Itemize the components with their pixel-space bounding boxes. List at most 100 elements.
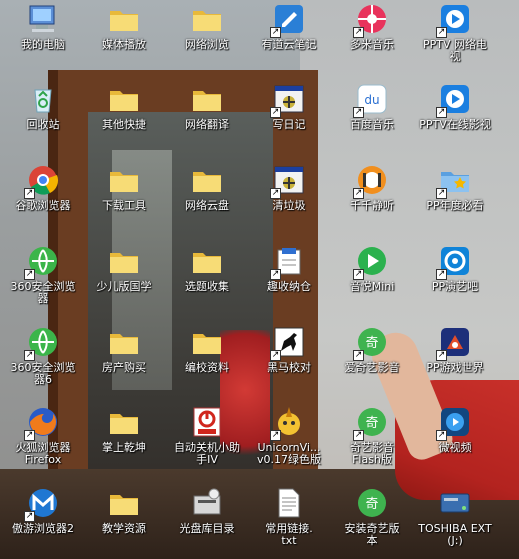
- desktop-icon-27[interactable]: 编校资料: [166, 325, 248, 374]
- desktop-icon-7[interactable]: 回收站: [2, 82, 84, 131]
- desktop-icon-26[interactable]: 房产购买: [83, 325, 165, 374]
- desktop-icon-39[interactable]: 光盘库目录: [166, 486, 248, 535]
- folder-icon: [107, 244, 141, 278]
- desktop-icon-8[interactable]: 其他快捷: [83, 82, 165, 131]
- pptv-show-icon: ↗: [436, 244, 472, 280]
- desktop-icon-31[interactable]: ↗ 火狐浏览器 Firefox: [2, 405, 84, 466]
- folder-icon: [107, 325, 141, 359]
- desktop-icon-20[interactable]: 少儿版国学: [83, 244, 165, 293]
- desktop-icon-19[interactable]: ↗ 360安全浏览 器: [2, 244, 84, 305]
- desktop-icon-38[interactable]: 教学资源: [83, 486, 165, 535]
- shortcut-arrow-icon: ↗: [353, 350, 364, 361]
- folder-icon: [190, 2, 224, 36]
- desktop-icon-6[interactable]: ↗ PPTV 网络电 视: [414, 2, 496, 63]
- folder-icon: [190, 325, 224, 359]
- desktop-icon-label: 我的电脑: [21, 38, 65, 51]
- desktop-icon-37[interactable]: ↗ 傲游浏览器2: [2, 486, 84, 535]
- desktop-icon-label: 回收站: [26, 118, 60, 131]
- desktop-icon-24[interactable]: ↗ PP演艺吧: [414, 244, 496, 293]
- desktop-icon-33[interactable]: 自动关机小助 手IV: [166, 405, 248, 466]
- desktop-icon-label: 傲游浏览器2: [12, 522, 74, 535]
- desktop-icon-label: 自动关机小助 手IV: [174, 441, 240, 466]
- desktop-icon-label: PPTV在线影视: [419, 118, 491, 131]
- desktop-icon-12[interactable]: ↗ PPTV在线影视: [414, 82, 496, 131]
- desktop-icon-23[interactable]: ↗ 音悦Mini: [331, 244, 413, 293]
- desktop-icon-label: 火狐浏览器 Firefox: [15, 441, 71, 466]
- desktop-icon-16[interactable]: ↗ 清垃圾: [248, 163, 330, 212]
- folder-icon: [107, 405, 141, 439]
- desktop-icon-22[interactable]: ↗ 趣收纳仓: [248, 244, 330, 293]
- desktop-icon-21[interactable]: 选题收集: [166, 244, 248, 293]
- shortcut-arrow-icon: ↗: [436, 350, 447, 361]
- shortcut-arrow-icon: ↗: [270, 269, 281, 280]
- desktop-icon-label: 编校资料: [185, 361, 229, 374]
- desktop-icon-3[interactable]: 网络浏览: [166, 2, 248, 51]
- desktop-icon-25[interactable]: ↗ 360安全浏览 器6: [2, 325, 84, 386]
- desktop-icon-label: 百度音乐: [350, 118, 394, 131]
- micro-video-icon: ↗: [436, 405, 472, 441]
- shortcut-arrow-icon: ↗: [270, 430, 281, 441]
- desktop-icon-label: 其他快捷: [102, 118, 146, 131]
- desktop-icon-40[interactable]: 常用链接. txt: [248, 486, 330, 547]
- shortcut-arrow-icon: ↗: [24, 511, 35, 522]
- desktop-icon-29[interactable]: 奇 ↗ 爱奇艺影音: [331, 325, 413, 374]
- desktop-icon-label: UnicornVi... v0.17绿色版: [256, 441, 321, 466]
- desktop-icon-label: 360安全浏览 器6: [10, 361, 76, 386]
- shortcut-arrow-icon: ↗: [24, 269, 35, 280]
- shortcut-arrow-icon: ↗: [270, 27, 281, 38]
- desktop-icon-41[interactable]: 奇安装奇艺版 本: [331, 486, 413, 547]
- desktop-icon-label: 网络翻译: [185, 118, 229, 131]
- folder-icon: [107, 486, 141, 520]
- desktop-icon-17[interactable]: ↗ 千千静听: [331, 163, 413, 212]
- desktop-icon-1[interactable]: 我的电脑: [2, 2, 84, 51]
- desktop-icon-18[interactable]: ↗ PP年度必看: [414, 163, 496, 212]
- desktop-icon-5[interactable]: ↗ 多米音乐: [331, 2, 413, 51]
- desktop-icon-9[interactable]: 网络翻译: [166, 82, 248, 131]
- desktop-icon-2[interactable]: 媒体播放: [83, 2, 165, 51]
- shortcut-arrow-icon: ↗: [353, 107, 364, 118]
- desktop-icon-30[interactable]: ↗ PP游戏世界: [414, 325, 496, 374]
- shortcut-arrow-icon: ↗: [353, 430, 364, 441]
- desktop-icon-14[interactable]: 下载工具: [83, 163, 165, 212]
- desktop-icon-11[interactable]: du ↗ 百度音乐: [331, 82, 413, 131]
- shortcut-arrow-icon: ↗: [436, 27, 447, 38]
- shortcut-arrow-icon: ↗: [24, 430, 35, 441]
- desktop-icon-34[interactable]: ↗ UnicornVi... v0.17绿色版: [248, 405, 330, 466]
- desktop-icon-42[interactable]: TOSHIBA EXT (J:): [414, 486, 496, 547]
- desktop-icon-32[interactable]: 掌上乾坤: [83, 405, 165, 454]
- folder-icon: [190, 82, 224, 116]
- app-window-icon: ↗: [270, 82, 306, 118]
- folder-icon: [107, 82, 141, 116]
- desktop-icon-15[interactable]: 网络云盘: [166, 163, 248, 212]
- shortcut-arrow-icon: ↗: [353, 269, 364, 280]
- desktop-icon-label: PPTV 网络电 视: [422, 38, 487, 63]
- auto-shutdown-icon: [190, 405, 224, 439]
- desktop-icon-label: 清垃圾: [272, 199, 306, 212]
- svg-text:du: du: [364, 93, 379, 107]
- shortcut-arrow-icon: ↗: [24, 350, 35, 361]
- browser-360-icon: ↗: [24, 325, 60, 361]
- browser-360-icon: ↗: [24, 244, 60, 280]
- shortcut-arrow-icon: ↗: [436, 430, 447, 441]
- desktop-icon-10[interactable]: ↗ 写日记: [248, 82, 330, 131]
- folder-icon: [107, 2, 141, 36]
- desktop-icon-36[interactable]: ↗ 微视频: [414, 405, 496, 454]
- desktop-icon-label: 千千静听: [350, 199, 394, 212]
- desktop-icon-label: 媒体播放: [102, 38, 146, 51]
- shortcut-arrow-icon: ↗: [436, 269, 447, 280]
- desktop-icon-label: 下载工具: [102, 199, 146, 212]
- desktop-icon-label: 音悦Mini: [349, 280, 395, 293]
- desktop-icon-label: 多米音乐: [350, 38, 394, 51]
- svg-text:奇: 奇: [365, 335, 378, 351]
- desktop-icon-label: 教学资源: [102, 522, 146, 535]
- desktop-icon-35[interactable]: 奇 ↗ 奇艺影音 Flash版: [331, 405, 413, 466]
- chrome-icon: ↗: [24, 163, 60, 199]
- desktop-icon-label: 网络云盘: [185, 199, 229, 212]
- desktop-icon-4[interactable]: ↗ 有道云笔记: [248, 2, 330, 51]
- heima-icon: ↗: [270, 325, 306, 361]
- desktop-icon-label: 谷歌浏览器: [15, 199, 71, 212]
- desktop-icon-13[interactable]: ↗ 谷歌浏览器: [2, 163, 84, 212]
- folder-icon: [107, 163, 141, 197]
- desktop-icon-label: 房产购买: [102, 361, 146, 374]
- desktop-icon-28[interactable]: ↗ 黑马校对: [248, 325, 330, 374]
